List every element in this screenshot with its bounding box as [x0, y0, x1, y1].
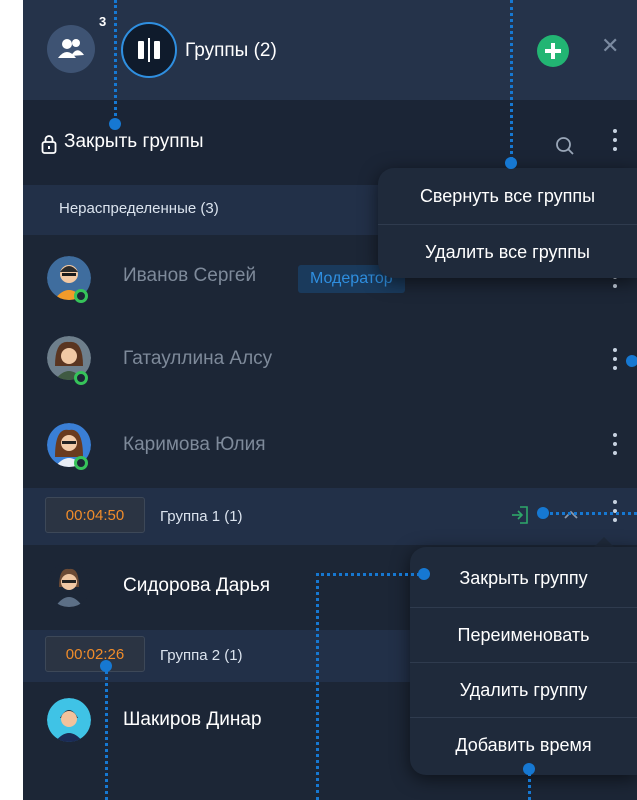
close-group-item[interactable]: Закрыть группу: [410, 551, 637, 605]
join-group-icon[interactable]: [510, 505, 530, 525]
avatar: [47, 698, 91, 742]
member-name: Сидорова Дарья: [123, 575, 271, 596]
panel-title: Группы (2): [185, 40, 277, 61]
member-row[interactable]: [23, 320, 637, 405]
collapse-all-groups-item[interactable]: Свернуть все группы: [378, 169, 637, 223]
member-options-icon[interactable]: [612, 433, 618, 460]
callout-dot: [418, 568, 430, 580]
group-actions-menu: Свернуть все группы Удалить все группы: [378, 168, 637, 278]
member-options-icon[interactable]: [612, 348, 618, 375]
callout-dot: [505, 157, 517, 169]
rename-group-item[interactable]: Переименовать: [410, 608, 637, 662]
member-name: Шакиров Динар: [123, 709, 262, 730]
callout-line: [114, 0, 117, 122]
callout-dot: [100, 660, 112, 672]
callout-line: [316, 573, 319, 800]
group-timer: 00:04:50: [45, 497, 145, 533]
close-groups-link[interactable]: Закрыть группы: [64, 131, 203, 153]
callout-dot: [523, 763, 535, 775]
callout-dot: [109, 118, 121, 130]
online-status-icon: [74, 456, 88, 470]
chevron-up-icon[interactable]: [563, 509, 579, 521]
participants-count-badge: 3: [99, 14, 107, 29]
member-name: Иванов Сергей: [123, 265, 257, 286]
callout-line: [510, 0, 513, 160]
more-options-icon[interactable]: [612, 129, 618, 156]
groups-toggle-button[interactable]: [121, 22, 177, 78]
group-label: Группа 1 (1): [160, 508, 243, 525]
member-row[interactable]: [23, 405, 637, 488]
add-time-item[interactable]: Добавить время: [410, 718, 637, 772]
plus-icon: [545, 43, 561, 59]
group-label: Группа 2 (1): [160, 647, 243, 664]
split-view-icon: [138, 38, 160, 62]
lock-icon[interactable]: [41, 134, 57, 154]
avatar: [47, 563, 91, 607]
callout-line: [545, 512, 637, 515]
add-group-button[interactable]: [537, 35, 569, 67]
callout-dot: [537, 507, 549, 519]
participants-button[interactable]: [47, 25, 95, 73]
unassigned-label: Нераспределенные (3): [59, 200, 219, 217]
people-icon: [58, 39, 84, 58]
member-name: Гатауллина Алсу: [123, 348, 273, 369]
group-context-menu: Закрыть группу Переименовать Удалить гру…: [410, 547, 637, 775]
callout-line: [316, 573, 426, 576]
delete-all-groups-item[interactable]: Удалить все группы: [378, 225, 637, 279]
online-status-icon: [74, 289, 88, 303]
callout-line: [105, 666, 108, 800]
online-status-icon: [74, 371, 88, 385]
callout-dot: [626, 355, 637, 367]
member-name: Каримова Юлия: [123, 434, 266, 455]
group-timer: 00:02:26: [45, 636, 145, 672]
search-icon[interactable]: [555, 136, 575, 156]
close-icon[interactable]: ✕: [601, 33, 619, 59]
delete-group-item[interactable]: Удалить группу: [410, 663, 637, 717]
